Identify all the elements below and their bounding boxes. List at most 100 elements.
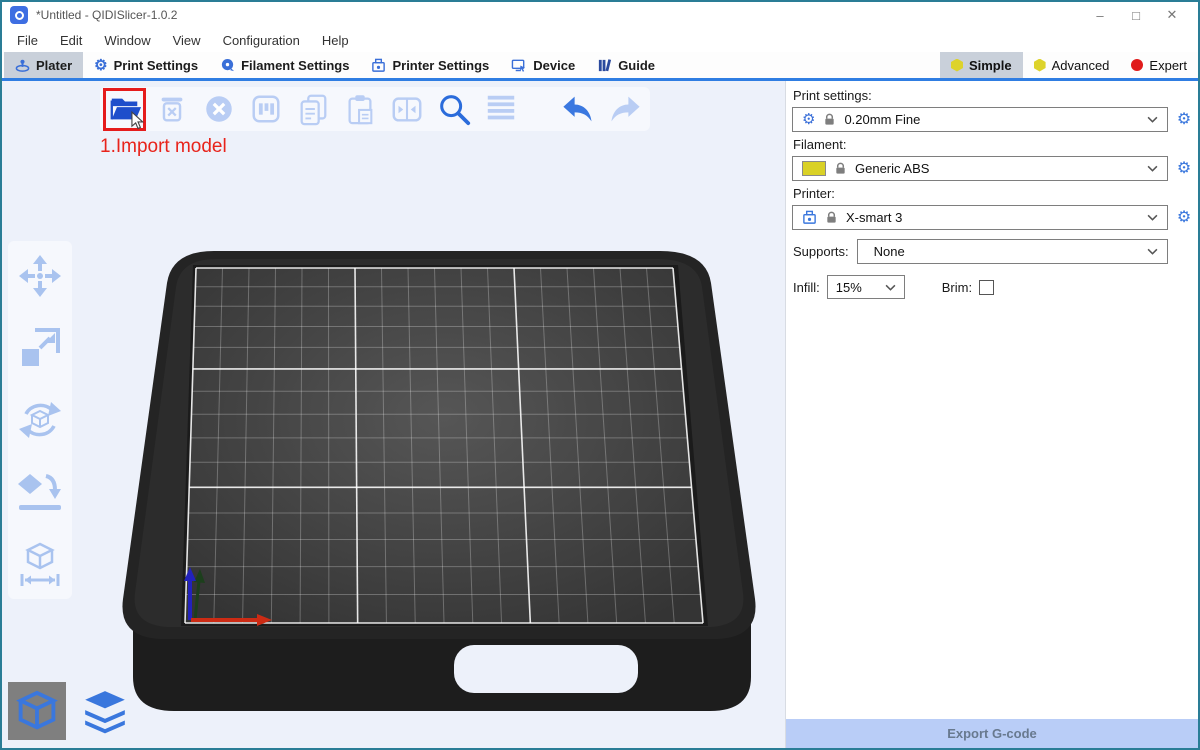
- print-settings-combo[interactable]: ⚙ 0.20mm Fine: [792, 107, 1168, 132]
- gear-icon: ⚙: [94, 58, 107, 73]
- expert-mode-icon: [1131, 59, 1143, 71]
- printer-gear-button[interactable]: ⚙: [1174, 210, 1194, 226]
- printer-combo[interactable]: X-smart 3: [792, 205, 1168, 230]
- undo-icon: [560, 94, 596, 124]
- open-folder-icon: [108, 92, 142, 126]
- import-model-annotation: 1.Import model: [100, 136, 227, 158]
- printer-value: X-smart 3: [846, 210, 902, 225]
- menu-view[interactable]: View: [162, 33, 212, 48]
- viewport-3d[interactable]: 1.Import model: [2, 81, 785, 748]
- brim-checkbox[interactable]: [979, 280, 994, 295]
- scale-tool-button[interactable]: [17, 325, 63, 371]
- delete-button[interactable]: [153, 90, 191, 128]
- delete-all-button[interactable]: [200, 90, 238, 128]
- measure-icon: [17, 541, 63, 587]
- maximize-button[interactable]: □: [1118, 3, 1154, 27]
- menu-help[interactable]: Help: [311, 33, 360, 48]
- tab-print-settings[interactable]: ⚙ Print Settings: [83, 52, 209, 78]
- arrange-icon: [249, 92, 283, 126]
- search-button[interactable]: [435, 90, 473, 128]
- minimize-button[interactable]: –: [1082, 3, 1118, 27]
- measure-tool-button[interactable]: [17, 541, 63, 587]
- menu-file[interactable]: File: [6, 33, 49, 48]
- rotate-tool-button[interactable]: [17, 397, 63, 443]
- preview-view-button[interactable]: [76, 682, 134, 740]
- search-icon: [436, 91, 472, 127]
- mode-expert[interactable]: Expert: [1120, 52, 1198, 78]
- filament-row: Generic ABS ⚙: [792, 156, 1194, 181]
- simple-mode-icon: [951, 59, 963, 72]
- mode-simple[interactable]: Simple: [940, 52, 1023, 78]
- redo-button[interactable]: [606, 90, 644, 128]
- trash-icon: [155, 92, 189, 126]
- plater-icon: [15, 58, 30, 73]
- title-bar: *Untitled - QIDISlicer-1.0.2 – □ ✕: [2, 2, 1198, 28]
- printer-row: X-smart 3 ⚙: [792, 205, 1194, 230]
- guide-icon: [597, 58, 612, 73]
- bed-handle-cutout: [454, 645, 638, 693]
- place-on-face-icon: [17, 469, 63, 515]
- variable-layer-height-button[interactable]: [482, 90, 520, 128]
- chevron-down-icon: [1147, 248, 1158, 255]
- supports-row: Supports: None: [793, 239, 1168, 264]
- filament-label: Filament:: [793, 137, 1194, 152]
- tab-label: Filament Settings: [241, 58, 349, 73]
- filament-combo[interactable]: Generic ABS: [792, 156, 1168, 181]
- split-button[interactable]: [388, 90, 426, 128]
- supports-label: Supports:: [793, 244, 849, 259]
- place-on-face-tool-button[interactable]: [17, 469, 63, 515]
- tab-guide[interactable]: Guide: [586, 52, 666, 78]
- filament-gear-button[interactable]: ⚙: [1174, 161, 1194, 177]
- printer-label: Printer:: [793, 186, 1194, 201]
- split-icon: [390, 92, 424, 126]
- 3d-editor-icon: [12, 686, 62, 736]
- chevron-down-icon: [885, 284, 896, 291]
- move-tool-button[interactable]: [17, 253, 63, 299]
- close-button[interactable]: ✕: [1154, 3, 1190, 27]
- import-model-button[interactable]: [106, 90, 144, 128]
- chevron-down-icon: [1147, 214, 1158, 221]
- menu-window[interactable]: Window: [93, 33, 161, 48]
- redo-icon: [607, 94, 643, 124]
- infill-label: Infill:: [793, 280, 820, 295]
- tab-label: Print Settings: [114, 58, 199, 73]
- print-settings-label: Print settings:: [793, 88, 1194, 103]
- menu-configuration[interactable]: Configuration: [212, 33, 311, 48]
- lock-icon: [823, 113, 836, 126]
- supports-combo[interactable]: None: [857, 239, 1168, 264]
- main-area: 1.Import model: [2, 81, 1198, 748]
- tab-label: Guide: [618, 58, 655, 73]
- undo-button[interactable]: [559, 90, 597, 128]
- tab-printer-settings[interactable]: Printer Settings: [360, 52, 500, 78]
- supports-value: None: [874, 244, 905, 259]
- filament-color-swatch: [802, 161, 826, 176]
- copy-icon: [296, 92, 330, 126]
- mode-advanced[interactable]: Advanced: [1023, 52, 1121, 78]
- rotate-icon: [17, 397, 63, 443]
- printer-icon: [371, 58, 386, 73]
- axes-indicator: [184, 567, 272, 626]
- menu-edit[interactable]: Edit: [49, 33, 93, 48]
- view-mode-switcher: [8, 682, 134, 740]
- editor-view-button[interactable]: [8, 682, 66, 740]
- paste-button[interactable]: [341, 90, 379, 128]
- app-window: *Untitled - QIDISlicer-1.0.2 – □ ✕ File …: [0, 0, 1200, 750]
- infill-value: 15%: [836, 280, 862, 295]
- mode-label: Simple: [969, 58, 1012, 73]
- move-icon: [17, 253, 63, 299]
- mode-label: Advanced: [1052, 58, 1110, 73]
- print-settings-gear-button[interactable]: ⚙: [1174, 112, 1194, 128]
- app-logo-icon: [10, 6, 28, 24]
- export-gcode-button[interactable]: Export G-code: [786, 719, 1198, 748]
- window-title: *Untitled - QIDISlicer-1.0.2: [36, 8, 177, 22]
- arrange-button[interactable]: [247, 90, 285, 128]
- tab-plater[interactable]: Plater: [4, 52, 83, 78]
- filament-icon: [220, 58, 235, 73]
- infill-combo[interactable]: 15%: [827, 275, 905, 299]
- mode-label: Expert: [1149, 58, 1187, 73]
- object-tools-toolbar: [8, 241, 72, 599]
- tab-filament-settings[interactable]: Filament Settings: [209, 52, 360, 78]
- tab-device[interactable]: Device: [500, 52, 586, 78]
- copy-button[interactable]: [294, 90, 332, 128]
- print-settings-row: ⚙ 0.20mm Fine ⚙: [792, 107, 1194, 132]
